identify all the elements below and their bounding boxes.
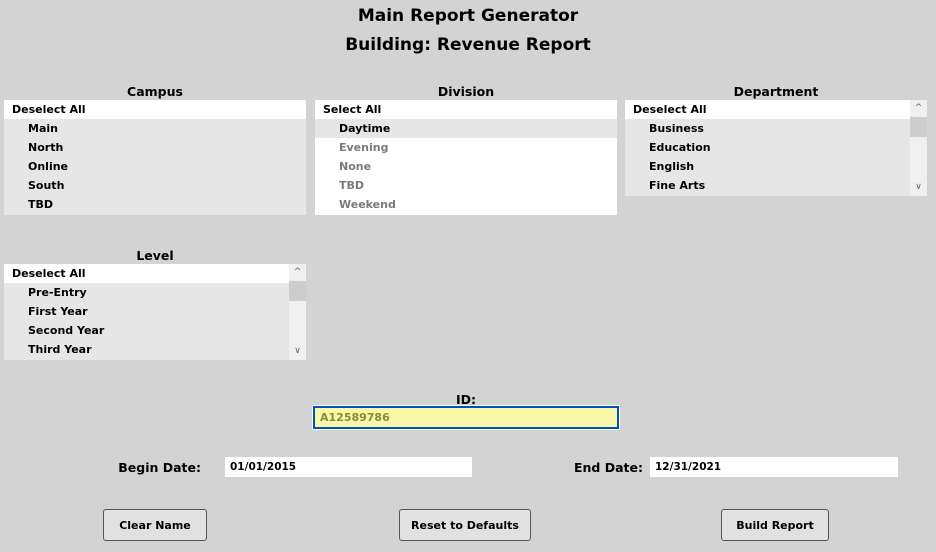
scrollbar-thumb[interactable] [289,281,306,301]
list-item[interactable]: South [4,176,306,195]
page-subtitle: Building: Revenue Report [345,35,591,55]
end-date-input[interactable]: 12/31/2021 [650,457,898,477]
level-label: Level [136,248,174,263]
list-item[interactable]: TBD [4,195,306,214]
id-input[interactable]: A12589786 [312,405,620,430]
chevron-down-icon[interactable]: ∨ [289,343,306,360]
list-item[interactable]: Evening [315,138,617,157]
reset-defaults-button[interactable]: Reset to Defaults [399,509,531,541]
list-item[interactable]: Main [4,119,306,138]
clear-name-button[interactable]: Clear Name [103,509,207,541]
list-item[interactable]: TBD [315,176,617,195]
begin-date-input[interactable]: 01/01/2015 [225,457,472,477]
page-title: Main Report Generator [357,6,579,26]
campus-deselect-all[interactable]: Deselect All [4,100,306,119]
chevron-up-icon[interactable]: ^ [910,100,927,117]
department-list[interactable]: Deselect All Business Education English … [625,100,927,196]
list-item[interactable]: First Year [4,302,306,321]
end-date-label: End Date: [573,460,643,475]
department-label: Department [733,84,819,99]
division-select-all[interactable]: Select All [315,100,617,119]
list-item[interactable]: Weekend [315,195,617,214]
department-scrollbar[interactable]: ^ ∨ [910,100,927,196]
list-item[interactable]: None [315,157,617,176]
level-list[interactable]: Deselect All Pre-Entry First Year Second… [4,264,306,360]
chevron-up-icon[interactable]: ^ [289,264,306,281]
list-item[interactable]: Fine Arts [625,176,927,195]
department-deselect-all[interactable]: Deselect All [625,100,927,119]
division-label: Division [437,84,495,99]
build-report-button[interactable]: Build Report [721,509,829,541]
list-item[interactable]: Online [4,157,306,176]
level-deselect-all[interactable]: Deselect All [4,264,306,283]
list-item[interactable]: Business [625,119,927,138]
begin-date-label: Begin Date: [118,460,201,475]
campus-list[interactable]: Deselect All Main North Online South TBD [4,100,306,215]
id-label: ID: [455,392,477,407]
division-list[interactable]: Select All Daytime Evening None TBD Week… [315,100,617,215]
campus-label: Campus [127,84,183,99]
list-item[interactable]: Pre-Entry [4,283,306,302]
list-item[interactable]: Daytime [315,119,617,138]
list-item[interactable]: North [4,138,306,157]
chevron-down-icon[interactable]: ∨ [910,179,927,196]
level-scrollbar[interactable]: ^ ∨ [289,264,306,360]
scrollbar-thumb[interactable] [910,117,927,137]
list-item[interactable]: English [625,157,927,176]
list-item[interactable]: Third Year [4,340,306,359]
list-item[interactable]: Second Year [4,321,306,340]
list-item[interactable]: Education [625,138,927,157]
